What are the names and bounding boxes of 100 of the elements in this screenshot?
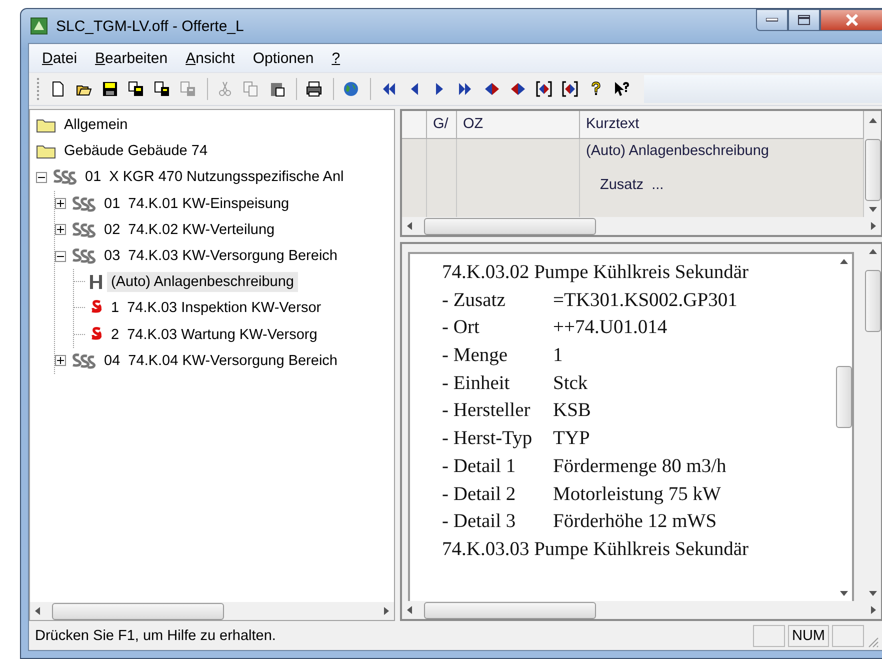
tree-item[interactable]: (Auto) Anlagenbeschreibung: [107, 272, 298, 292]
resize-grip-icon: [867, 636, 879, 648]
globe-icon: [343, 81, 359, 97]
menu-item[interactable]: Bearbeiten: [86, 48, 177, 68]
h-letter-icon: [89, 274, 103, 290]
minimize-icon: [766, 18, 778, 22]
field-value: Stck: [553, 372, 588, 396]
field-label: - Detail 2: [442, 484, 517, 506]
window-title: SLC_TGM-LV.off - Offerte_L: [56, 18, 244, 34]
scrollbar-thumb[interactable]: [424, 602, 596, 618]
scroll-down-icon[interactable]: [868, 205, 878, 213]
scrollbar-thumb[interactable]: [52, 602, 224, 620]
app-icon: [30, 17, 48, 35]
document-copy-icon: [128, 81, 144, 97]
column-header[interactable]: OZ: [457, 111, 580, 139]
scroll-up-icon[interactable]: [868, 117, 878, 125]
field-label: - Detail 3: [442, 511, 517, 534]
plus-icon: [57, 200, 64, 208]
expand-toggle[interactable]: [55, 355, 66, 366]
double-right-arrow-icon: [458, 81, 474, 97]
close-icon: [845, 14, 859, 26]
folder-icon: [36, 143, 56, 160]
horizontal-scrollbar[interactable]: [30, 602, 394, 620]
bracketed-diamond-icon: [536, 81, 552, 97]
table-cell-text: (Auto) Anlagenbeschreibung: [586, 143, 770, 159]
expand-toggle[interactable]: [55, 198, 66, 210]
field-value: ++74.U01.014: [553, 317, 668, 340]
scissors-icon: [217, 81, 233, 97]
diamond-icon: [510, 81, 526, 97]
tree-item[interactable]: Gebäude Gebäude 74: [60, 141, 212, 162]
double-section-icon: [70, 247, 96, 266]
scroll-right-icon[interactable]: [869, 221, 877, 231]
scroll-left-icon[interactable]: [406, 221, 414, 231]
field-label: - Detail 1: [442, 456, 517, 479]
scroll-left-icon[interactable]: [406, 605, 414, 615]
tree-item[interactable]: 04 74.K.04 KW-Versorgung Bereich: [100, 350, 342, 371]
tree-item[interactable]: 02 74.K.02 KW-Verteilung: [100, 220, 279, 240]
field-value: KSB: [553, 400, 591, 424]
plus-icon: [57, 357, 64, 364]
tree-item[interactable]: 1 74.K.03 Inspektion KW-Versor: [107, 298, 326, 318]
field-label: - Herst-Typ: [442, 428, 534, 452]
field-label: - Einheit: [442, 372, 511, 396]
copy-icon: [243, 81, 259, 97]
maximize-button[interactable]: [788, 9, 820, 31]
status-panel: [832, 624, 864, 646]
item-heading: 74.K.03.02 Pumpe Kühlkreis Sekundär: [442, 262, 749, 285]
scroll-left-icon[interactable]: [34, 606, 42, 616]
double-section-icon: [70, 220, 96, 239]
scrollbar-thumb[interactable]: [836, 366, 852, 428]
document-move-icon: [180, 81, 196, 97]
collapse-toggle[interactable]: [55, 250, 66, 262]
double-section-icon: [51, 168, 77, 186]
folder-icon: [36, 117, 56, 134]
field-value: TYP: [553, 428, 590, 452]
scrollbar-thumb[interactable]: [864, 139, 880, 201]
scroll-up-icon[interactable]: [868, 248, 878, 256]
menu-item[interactable]: ?: [322, 48, 350, 68]
tree-item[interactable]: 01 X KGR 470 Nutzungsspezifische Anl: [81, 167, 348, 188]
document-move-icon: [154, 81, 170, 97]
field-label: - Ort: [442, 317, 480, 340]
tree-item[interactable]: 01 74.K.01 KW-Einspeisung: [100, 194, 294, 214]
collapse-toggle[interactable]: [36, 172, 47, 183]
double-section-icon: [70, 352, 96, 370]
scrollbar-thumb[interactable]: [424, 218, 596, 234]
menu-item[interactable]: Datei: [33, 48, 86, 68]
field-value: Förderhöhe 12 mWS: [553, 511, 717, 534]
scroll-right-icon[interactable]: [382, 606, 390, 616]
scroll-down-icon[interactable]: [868, 589, 878, 597]
status-text: Drücken Sie F1, um Hilfe zu erhalten.: [35, 628, 277, 644]
table-cell-text: Zusatz ...: [599, 177, 665, 193]
maximize-icon: [798, 15, 810, 25]
scroll-up-icon[interactable]: [838, 258, 848, 266]
diamond-icon: [484, 81, 500, 97]
field-label: - Zusatz: [442, 290, 506, 313]
scroll-down-icon[interactable]: [838, 589, 848, 597]
paste-icon: [269, 81, 285, 97]
double-section-icon: [70, 194, 96, 213]
scrollbar-thumb[interactable]: [864, 270, 880, 332]
expand-toggle[interactable]: [55, 224, 66, 236]
column-header[interactable]: G/: [427, 111, 457, 139]
status-indicator: NUM: [788, 624, 829, 646]
close-button[interactable]: [820, 9, 882, 31]
printer-icon: [306, 81, 322, 97]
status-panel: [752, 624, 785, 646]
context-help-icon: [614, 81, 630, 97]
item-heading: 74.K.03.03 Pumpe Kühlkreis Sekundär: [442, 538, 749, 562]
scroll-right-icon[interactable]: [869, 605, 877, 615]
plus-icon: [57, 226, 64, 234]
tree-item[interactable]: 03 74.K.03 KW-Versorgung Bereich: [100, 246, 342, 266]
field-value: 1: [553, 345, 563, 368]
field-value: =TK301.KS002.GP301: [553, 290, 738, 313]
bracketed-diamond-icon: [562, 81, 578, 97]
minimize-button[interactable]: [756, 9, 788, 31]
field-label: - Menge: [442, 345, 509, 368]
menu-item[interactable]: Ansicht: [176, 48, 244, 68]
column-header[interactable]: Kurztext: [580, 111, 864, 139]
tree-item[interactable]: 2 74.K.03 Wartung KW-Versorg: [107, 324, 322, 345]
tree-item[interactable]: Allgemein: [60, 115, 132, 136]
menu-item[interactable]: Optionen: [244, 48, 323, 68]
new-document-icon: [50, 81, 66, 97]
